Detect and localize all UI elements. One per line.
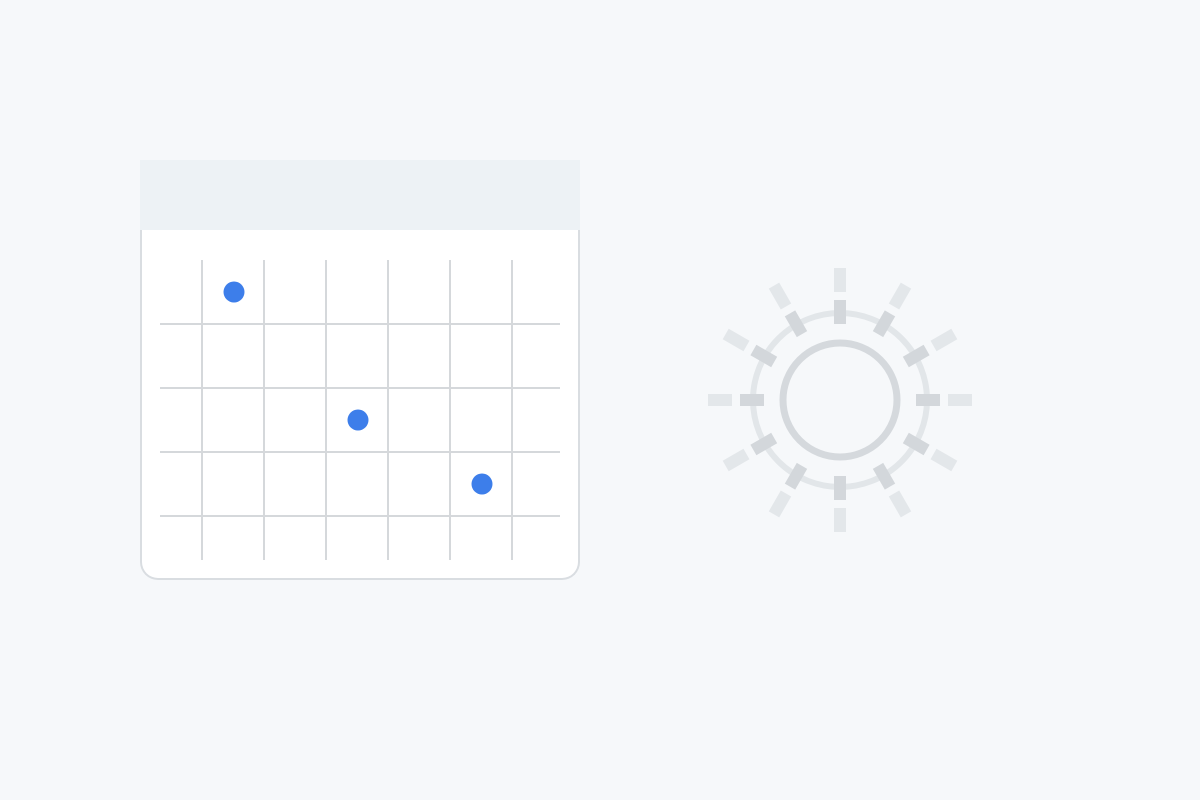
gear-inner-tick bbox=[916, 394, 940, 406]
gear-outer-tick bbox=[722, 448, 750, 472]
gear-outer-tick bbox=[722, 328, 750, 352]
calendar-icon bbox=[140, 160, 580, 580]
gear-outer-tick bbox=[888, 490, 912, 518]
gear-outer-ring bbox=[750, 310, 930, 490]
gear-outer-tick bbox=[930, 448, 958, 472]
empty-state-illustration: { "colors": { "background": "#f6f8fa", "… bbox=[0, 0, 1200, 800]
gear-icon bbox=[700, 260, 980, 540]
gear-outer-tick bbox=[708, 394, 732, 406]
gear-outer-tick bbox=[834, 268, 846, 292]
gear-outer-tick bbox=[834, 508, 846, 532]
gear-outer-tick bbox=[948, 394, 972, 406]
gear-inner-tick bbox=[740, 394, 764, 406]
calendar-event-dot bbox=[471, 473, 493, 495]
gear-outer-tick bbox=[888, 282, 912, 310]
gear-inner-ring bbox=[779, 339, 901, 461]
calendar-grid bbox=[160, 260, 560, 560]
gear-graphic bbox=[708, 268, 972, 532]
calendar-event-dot bbox=[347, 409, 369, 431]
gear-outer-tick bbox=[768, 282, 792, 310]
gear-inner-tick bbox=[834, 476, 846, 500]
gear-outer-tick bbox=[768, 490, 792, 518]
calendar-event-dot bbox=[223, 281, 245, 303]
gear-outer-tick bbox=[930, 328, 958, 352]
gear-inner-tick bbox=[834, 300, 846, 324]
